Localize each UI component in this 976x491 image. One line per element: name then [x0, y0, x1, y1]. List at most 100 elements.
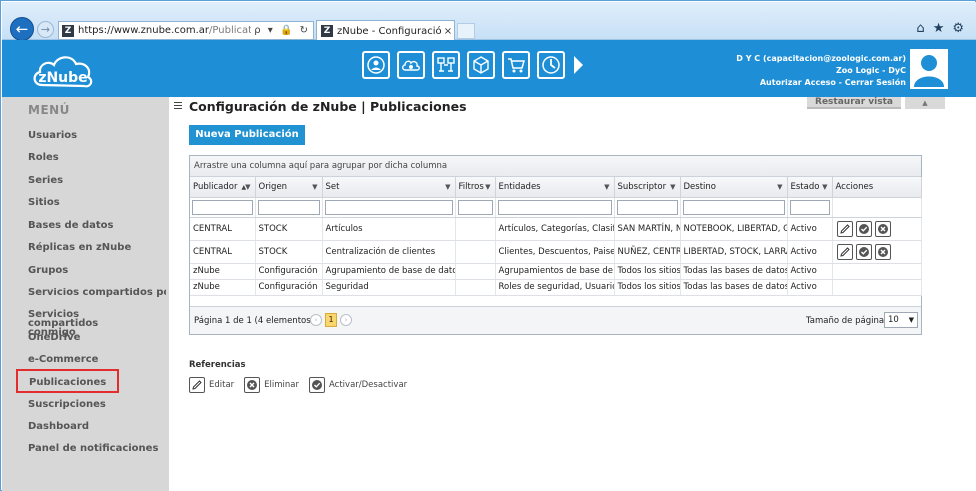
znube-logo[interactable]: zNube	[30, 52, 96, 90]
next-page-icon[interactable]: ›	[340, 314, 352, 326]
col-header-subscriptor[interactable]: Subscriptor ▼	[614, 177, 681, 198]
module-cart-icon[interactable]	[502, 51, 530, 79]
table-row[interactable]: CENTRAL STOCK Centralización de clientes Cl…	[190, 240, 922, 264]
header-row: Publicador ▲ ▼ Origen ▼ Set ▼ Filtros ▼ Entid…	[190, 177, 922, 198]
delete-x-icon[interactable]	[874, 243, 891, 260]
filter-icon[interactable]: ▼	[485, 183, 490, 191]
col-header-set[interactable]: Set ▼	[322, 177, 456, 198]
filter-icon[interactable]: ▼	[245, 183, 250, 191]
browser-tab[interactable]: Z zNube - Configuración de z... ×	[316, 20, 455, 41]
filter-destino-input[interactable]	[682, 199, 785, 215]
back-button[interactable]: ←	[10, 17, 34, 41]
user-links[interactable]: Autorizar Acceso - Cerrar Sesión	[736, 77, 906, 89]
module-network-icon[interactable]	[432, 51, 460, 79]
favorites-star-icon[interactable]: ★	[933, 21, 945, 36]
references-legend: Editar Eliminar Activar/Desactivar	[189, 377, 417, 393]
modules-next-icon[interactable]	[574, 56, 583, 74]
collapse-chevron-icon[interactable]: ▲	[905, 97, 945, 109]
user-info: D Y C (capacitacion@zoologic.com.ar) Zoo…	[736, 53, 906, 89]
cell-filtros	[455, 240, 496, 264]
sidebar-item-ecommerce[interactable]: e-Commerce	[28, 355, 98, 365]
sidebar-item-sitios[interactable]: Sitios	[28, 198, 60, 208]
filter-cell	[455, 197, 496, 218]
col-header-origen[interactable]: Origen ▼	[255, 177, 323, 198]
group-by-panel[interactable]: Arrastre una columna aquí para agrupar p…	[190, 156, 921, 177]
filter-set-input[interactable]	[324, 199, 453, 215]
sidebar-item-series[interactable]: Series	[28, 176, 63, 186]
sidebar-item-servicios-compartidos-por-mi[interactable]: Servicios compartidos por mi	[28, 288, 166, 298]
col-header-publicador[interactable]: Publicador ▲ ▼	[190, 177, 256, 198]
sidebar-item-replicas[interactable]: Réplicas en zNube	[28, 243, 131, 253]
svg-text:zNube: zNube	[38, 70, 87, 86]
filter-publicador-input[interactable]	[192, 199, 253, 215]
cell-filtros	[455, 217, 496, 241]
module-clock-icon[interactable]	[537, 51, 565, 79]
prev-page-icon[interactable]: ‹	[310, 314, 322, 326]
table-row[interactable]: zNube Configuración Seguridad Roles de segu…	[190, 279, 922, 296]
new-tab-button[interactable]	[457, 23, 475, 39]
sidebar-item-grupos[interactable]: Grupos	[28, 266, 68, 276]
filter-icon[interactable]: ▼	[670, 183, 675, 191]
col-header-estado[interactable]: Estado ▼	[787, 177, 833, 198]
edit-pencil-icon[interactable]	[836, 220, 853, 237]
delete-x-icon[interactable]	[874, 220, 891, 237]
current-page[interactable]: 1	[325, 313, 337, 327]
cell-destino: Todas las bases de datos	[680, 279, 788, 296]
col-header-filtros[interactable]: Filtros ▼	[455, 177, 496, 198]
module-cube-icon[interactable]	[467, 51, 495, 79]
avatar[interactable]	[910, 49, 948, 89]
sidebar-item-dashboard[interactable]: Dashboard	[28, 422, 89, 432]
edit-pencil-icon	[189, 377, 205, 393]
toggle-check-icon[interactable]	[855, 243, 872, 260]
pager-nav: ‹ 1 ›	[310, 313, 352, 327]
filter-icon[interactable]: ▼	[445, 183, 450, 191]
col-header-destino[interactable]: Destino ▼	[680, 177, 788, 198]
sidebar-item-suscripciones[interactable]: Suscripciones	[28, 400, 106, 410]
address-bar[interactable]: Z https://www.znube.com.ar/Publication/O…	[58, 21, 314, 40]
module-bar	[362, 51, 583, 79]
filter-origen-input[interactable]	[257, 199, 320, 215]
filter-entidades-input[interactable]	[497, 199, 612, 215]
filter-cell	[614, 197, 681, 218]
tab-close-icon[interactable]: ×	[442, 26, 454, 37]
filter-filtros-input[interactable]	[457, 199, 493, 215]
filter-subscriptor-input[interactable]	[616, 199, 678, 215]
page-size-select[interactable]: 10 ▼	[884, 312, 918, 328]
reference-delete-label: Eliminar	[264, 380, 299, 390]
sidebar-item-usuarios[interactable]: Usuarios	[28, 131, 77, 141]
home-icon[interactable]: ⌂	[916, 21, 924, 36]
filter-icon[interactable]: ▼	[777, 183, 782, 191]
restore-view-button[interactable]: Restaurar vista	[807, 97, 901, 109]
sidebar-item-onedrive[interactable]: OneDrive	[28, 333, 80, 343]
hamburger-menu-icon[interactable]	[174, 102, 182, 111]
sidebar-item-publicaciones[interactable]: Publicaciones	[16, 369, 119, 393]
col-header-entidades[interactable]: Entidades ▼	[495, 177, 615, 198]
toggle-check-icon[interactable]	[855, 220, 872, 237]
filter-cell	[190, 197, 256, 218]
filter-icon[interactable]: ▼	[822, 183, 827, 191]
cell-entidades: Artículos, Categorías, Clasifica	[495, 217, 615, 241]
filter-icon[interactable]: ▼	[604, 183, 609, 191]
forward-button[interactable]: →	[37, 21, 54, 38]
module-cloud-gear-icon[interactable]	[397, 51, 425, 79]
sidebar: MENÚ Usuarios Roles Series Sitios Bases …	[2, 97, 169, 491]
sidebar-item-bases-de-datos[interactable]: Bases de datos	[28, 221, 113, 231]
cell-filtros	[455, 263, 496, 280]
settings-gear-icon[interactable]: ⚙	[952, 21, 964, 36]
sidebar-item-roles[interactable]: Roles	[28, 153, 59, 163]
cell-origen: Configuración	[255, 279, 323, 296]
module-people-icon[interactable]	[362, 51, 390, 79]
filter-icon[interactable]: ▼	[312, 183, 317, 191]
table-row[interactable]: zNube Configuración Agrupamiento de base d…	[190, 263, 922, 280]
new-publication-button[interactable]: Nueva Publicación	[189, 125, 305, 145]
sidebar-item-panel-notificaciones[interactable]: Panel de notificaciones	[28, 444, 158, 454]
edit-pencil-icon[interactable]	[836, 243, 853, 260]
filter-cell	[832, 197, 922, 218]
col-header-acciones: Acciones	[832, 177, 922, 198]
address-actions-icon[interactable]: ρ ▾ 🔒 ↻	[251, 25, 313, 36]
publications-grid: Arrastre una columna aquí para agrupar p…	[189, 155, 922, 335]
cell-acciones	[832, 263, 922, 280]
cell-acciones	[832, 279, 922, 296]
filter-estado-input[interactable]	[789, 199, 830, 215]
table-row[interactable]: CENTRAL STOCK Artículos Artículos, Categorí…	[190, 217, 922, 241]
